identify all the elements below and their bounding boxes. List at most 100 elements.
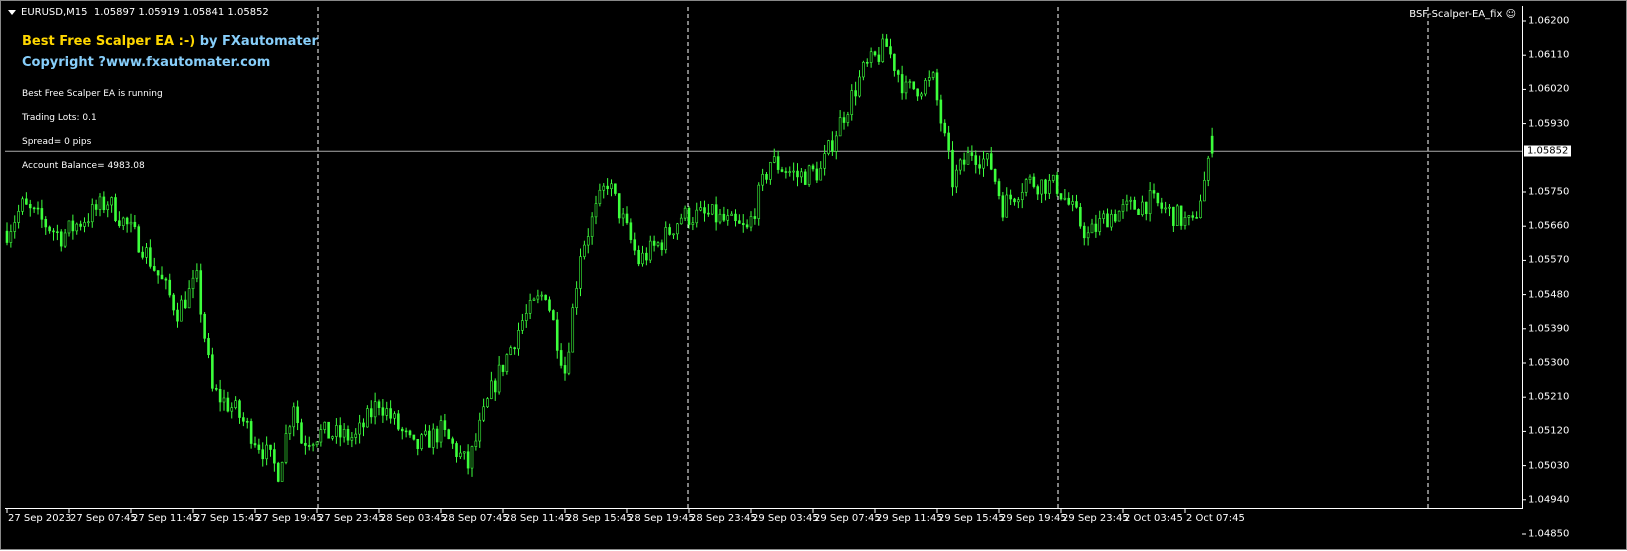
candle-body <box>327 421 330 439</box>
candle-body <box>222 397 226 403</box>
candle-body <box>978 164 981 169</box>
candle-body <box>350 437 354 441</box>
candle-body <box>1117 210 1121 222</box>
candle-body <box>951 149 954 188</box>
candle-body <box>400 428 404 432</box>
candle-body <box>404 430 408 433</box>
candle-body <box>745 224 749 228</box>
candle-body <box>521 320 524 331</box>
candle-body <box>1179 205 1183 226</box>
time-tick-label: 28 Sep 19:45 <box>628 513 695 524</box>
candle-body <box>28 204 32 209</box>
candle-body <box>245 421 249 423</box>
candle-body <box>172 294 175 311</box>
candle-body <box>637 249 640 265</box>
candle-body <box>672 233 675 236</box>
time-tick-label: 28 Sep 07:45 <box>442 513 509 524</box>
copyright: Copyright ?www.fxautomater.com <box>22 55 271 70</box>
candle-body <box>722 213 726 221</box>
candle-body <box>1040 179 1043 195</box>
candle-body <box>21 198 24 212</box>
candle-body <box>1079 206 1082 227</box>
candle-body <box>428 430 431 448</box>
candle-body <box>645 252 648 261</box>
dropdown-triangle-icon[interactable] <box>8 10 16 15</box>
candle-body <box>788 171 792 173</box>
candle-body <box>486 398 489 408</box>
candle-body <box>160 274 164 280</box>
candle-body <box>1210 135 1214 154</box>
candle-body <box>741 223 745 226</box>
candle-body <box>548 299 551 311</box>
candle-body <box>214 388 218 390</box>
candle-body <box>408 430 412 436</box>
candle-body <box>691 222 695 225</box>
candle-body <box>249 421 253 444</box>
candle-body <box>447 429 451 440</box>
candle-body <box>1133 199 1136 210</box>
candle-body <box>838 117 842 137</box>
candle-body <box>629 222 633 240</box>
time-tick-label: 2 Oct 07:45 <box>1186 513 1245 524</box>
candle-body <box>699 207 702 211</box>
candle-body <box>25 198 28 205</box>
candle-body <box>1044 179 1047 194</box>
ea-status: Best Free Scalper EA is running <box>22 89 163 99</box>
candle-body <box>769 162 772 180</box>
candle-body <box>641 252 644 265</box>
candle-body <box>381 407 385 416</box>
price-tick-label: 1.05660 <box>1528 220 1570 232</box>
candle-body <box>59 231 63 247</box>
ea-label[interactable]: BSF-Scalper-EA_fix ☺ <box>1409 9 1516 20</box>
candle-body <box>900 74 904 94</box>
candle-body <box>176 309 179 322</box>
candle-body <box>1168 206 1171 209</box>
candle-body <box>679 217 683 225</box>
candle-body <box>191 277 195 289</box>
candle-body <box>827 140 830 154</box>
candle-body <box>1206 157 1210 181</box>
candle-body <box>873 51 877 56</box>
candle-body <box>834 135 838 152</box>
candle-body <box>366 408 369 428</box>
candle-body <box>1203 180 1206 202</box>
candle-body <box>517 330 520 350</box>
candle-body <box>497 364 501 393</box>
candle-body <box>226 397 230 412</box>
candle-body <box>141 251 144 258</box>
time-tick-label: 27 Sep 19:45 <box>256 513 323 524</box>
candle-body <box>1148 190 1152 215</box>
candle-body <box>83 222 86 227</box>
candle-body <box>831 140 834 152</box>
chart-window[interactable]: EURUSD,M15 1.05897 1.05919 1.05841 1.058… <box>0 0 1627 550</box>
candle-body <box>749 216 753 228</box>
candle-body <box>695 209 699 224</box>
candle-body <box>668 227 671 235</box>
candle-body <box>106 204 110 211</box>
bid-price-label: 1.05852 <box>1524 145 1572 157</box>
candle-body <box>536 295 540 300</box>
time-tick-label: 29 Sep 11:45 <box>876 513 943 524</box>
candle-body <box>555 319 559 351</box>
candle-body <box>121 217 125 226</box>
candle-body <box>137 226 141 253</box>
candle-body <box>296 406 299 424</box>
candle-body <box>575 288 578 308</box>
candle-body <box>803 171 807 185</box>
candle-body <box>1199 200 1202 218</box>
candle-body <box>284 433 288 463</box>
candle-chart <box>5 7 1526 535</box>
candle-body <box>152 266 156 271</box>
candle-body <box>13 222 17 232</box>
candle-body <box>362 422 365 428</box>
candle-body <box>133 221 137 227</box>
candle-body <box>354 433 358 438</box>
candle-body <box>505 354 509 372</box>
candle-body <box>966 152 970 165</box>
candle-body <box>734 213 737 222</box>
candle-body <box>772 156 776 163</box>
candle-body <box>110 197 113 206</box>
candle-body <box>36 207 40 210</box>
candle-body <box>986 153 989 160</box>
candle-body <box>1113 213 1117 222</box>
